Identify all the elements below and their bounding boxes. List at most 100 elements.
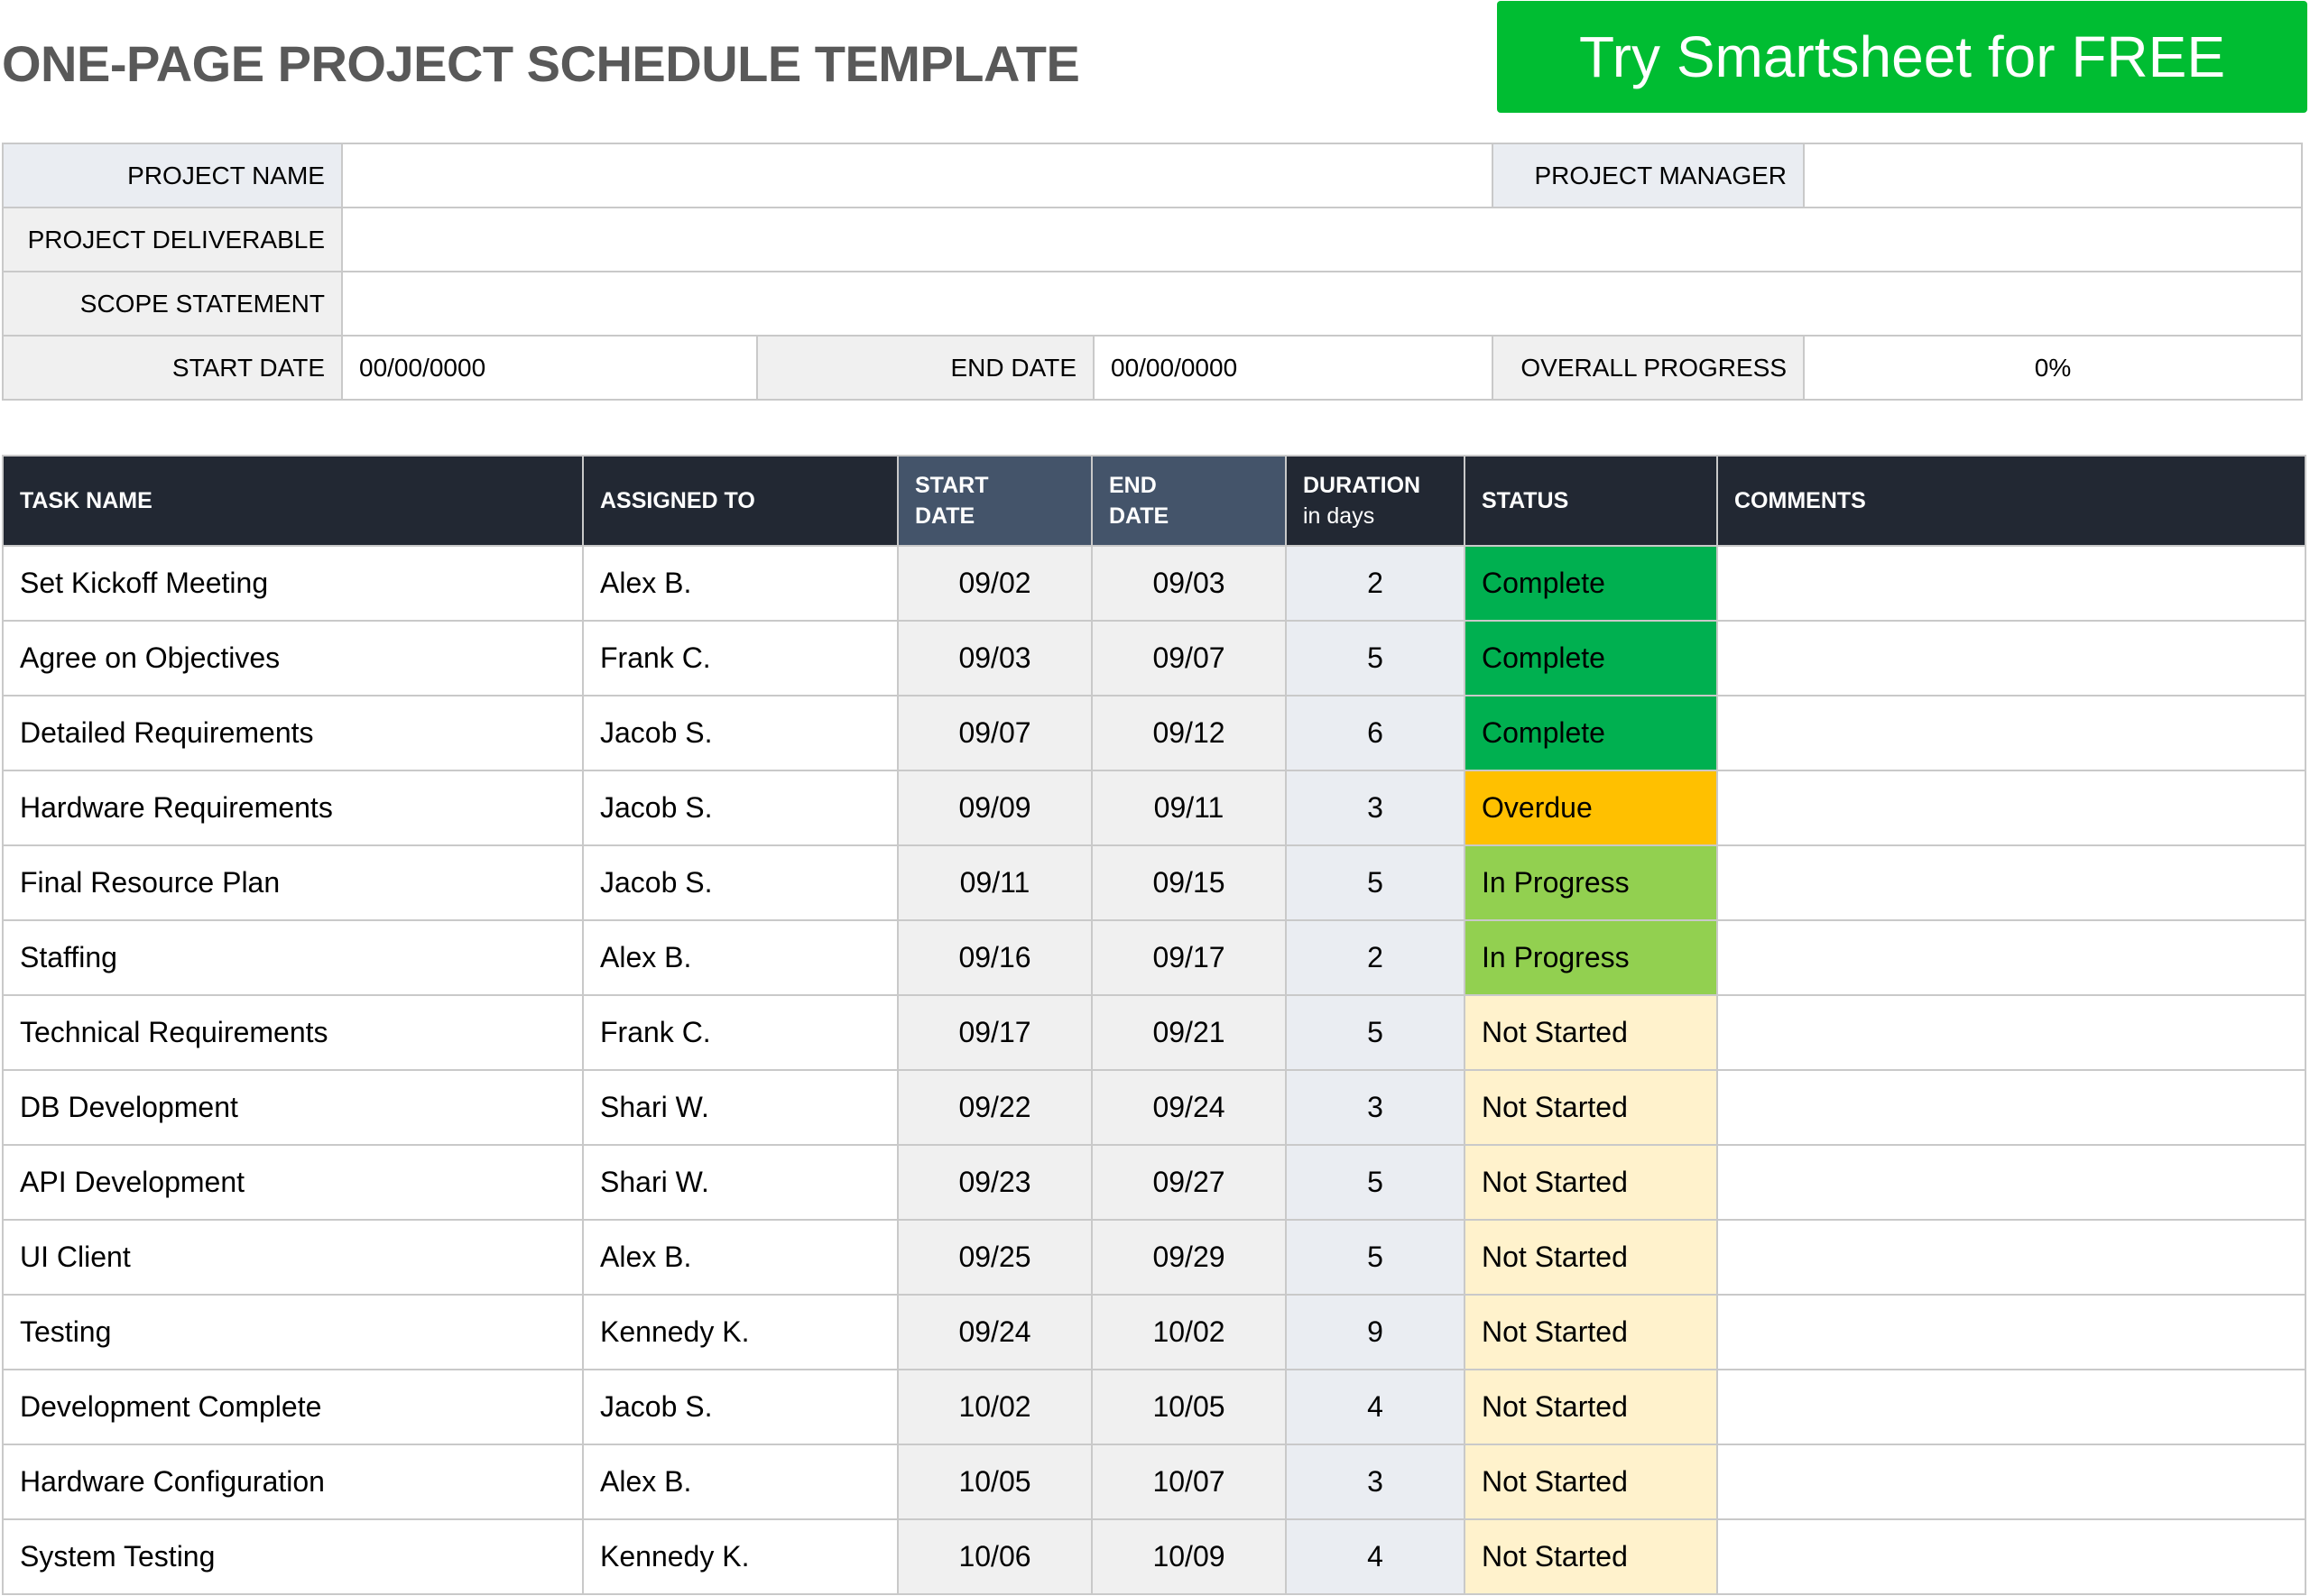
start-date-cell[interactable]: 09/16 (897, 919, 1093, 996)
duration-cell[interactable]: 5 (1285, 1144, 1465, 1221)
end-date-cell[interactable]: 09/03 (1091, 545, 1287, 622)
start-date-cell[interactable]: 09/23 (897, 1144, 1093, 1221)
start-date-cell[interactable]: 09/25 (897, 1219, 1093, 1296)
comments-cell[interactable] (1716, 545, 2306, 622)
end-date-cell[interactable]: 10/09 (1091, 1518, 1287, 1595)
end-date-cell[interactable]: 09/27 (1091, 1144, 1287, 1221)
assigned-to-cell[interactable]: Jacob S. (582, 695, 899, 771)
duration-cell[interactable]: 3 (1285, 1069, 1465, 1146)
start-date-cell[interactable]: 10/02 (897, 1369, 1093, 1445)
end-date-field[interactable]: 00/00/0000 (1092, 335, 1494, 401)
assigned-to-cell[interactable]: Alex B. (582, 545, 899, 622)
task-name-cell[interactable]: UI Client (2, 1219, 584, 1296)
task-name-cell[interactable]: Development Complete (2, 1369, 584, 1445)
task-name-cell[interactable]: Hardware Requirements (2, 770, 584, 846)
duration-cell[interactable]: 4 (1285, 1518, 1465, 1595)
status-cell[interactable]: In Progress (1464, 919, 1718, 996)
comments-cell[interactable] (1716, 1294, 2306, 1370)
comments-cell[interactable] (1716, 770, 2306, 846)
status-cell[interactable]: Not Started (1464, 1369, 1718, 1445)
start-date-cell[interactable]: 09/03 (897, 620, 1093, 697)
task-name-cell[interactable]: API Development (2, 1144, 584, 1221)
assigned-to-cell[interactable]: Shari W. (582, 1069, 899, 1146)
end-date-cell[interactable]: 09/24 (1091, 1069, 1287, 1146)
table-row[interactable]: DB Development Shari W. 09/22 09/24 3 Not Sta… (2, 1069, 2306, 1146)
duration-cell[interactable]: 5 (1285, 1219, 1465, 1296)
end-date-cell[interactable]: 09/21 (1091, 994, 1287, 1071)
task-name-cell[interactable]: System Testing (2, 1518, 584, 1595)
table-row[interactable]: API Development Shari W. 09/23 09/27 5 Not St… (2, 1144, 2306, 1221)
status-cell[interactable]: Not Started (1464, 1144, 1718, 1221)
start-date-cell[interactable]: 09/11 (897, 844, 1093, 921)
task-name-cell[interactable]: Technical Requirements (2, 994, 584, 1071)
duration-cell[interactable]: 6 (1285, 695, 1465, 771)
end-date-cell[interactable]: 10/07 (1091, 1444, 1287, 1520)
end-date-cell[interactable]: 10/05 (1091, 1369, 1287, 1445)
assigned-to-cell[interactable]: Alex B. (582, 1219, 899, 1296)
table-row[interactable]: Final Resource Plan Jacob S. 09/11 09/15 5 In… (2, 844, 2306, 921)
start-date-cell[interactable]: 09/07 (897, 695, 1093, 771)
assigned-to-cell[interactable]: Jacob S. (582, 1369, 899, 1445)
duration-cell[interactable]: 4 (1285, 1369, 1465, 1445)
duration-cell[interactable]: 3 (1285, 770, 1465, 846)
duration-cell[interactable]: 2 (1285, 545, 1465, 622)
assigned-to-cell[interactable]: Jacob S. (582, 844, 899, 921)
table-row[interactable]: Staffing Alex B. 09/16 09/17 2 In Progress (2, 919, 2306, 996)
start-date-cell[interactable]: 10/06 (897, 1518, 1093, 1595)
task-name-cell[interactable]: DB Development (2, 1069, 584, 1146)
column-header-duration[interactable]: DURATION in days (1285, 455, 1465, 547)
start-date-cell[interactable]: 10/05 (897, 1444, 1093, 1520)
start-date-cell[interactable]: 09/22 (897, 1069, 1093, 1146)
duration-cell[interactable]: 3 (1285, 1444, 1465, 1520)
table-row[interactable]: Development Complete Jacob S. 10/02 10/05 4 N… (2, 1369, 2306, 1445)
comments-cell[interactable] (1716, 620, 2306, 697)
status-cell[interactable]: Overdue (1464, 770, 1718, 846)
start-date-cell[interactable]: 09/02 (897, 545, 1093, 622)
task-name-cell[interactable]: Detailed Requirements (2, 695, 584, 771)
comments-cell[interactable] (1716, 1144, 2306, 1221)
status-cell[interactable]: Not Started (1464, 1294, 1718, 1370)
status-cell[interactable]: Not Started (1464, 1518, 1718, 1595)
status-cell[interactable]: In Progress (1464, 844, 1718, 921)
status-cell[interactable]: Not Started (1464, 1069, 1718, 1146)
comments-cell[interactable] (1716, 1219, 2306, 1296)
comments-cell[interactable] (1716, 1369, 2306, 1445)
start-date-field[interactable]: 00/00/0000 (341, 335, 758, 401)
table-row[interactable]: Hardware Requirements Jacob S. 09/09 09/11 3… (2, 770, 2306, 846)
status-cell[interactable]: Complete (1464, 545, 1718, 622)
table-row[interactable]: UI Client Alex B. 09/25 09/29 5 Not Started (2, 1219, 2306, 1296)
comments-cell[interactable] (1716, 1518, 2306, 1595)
column-header-comments[interactable]: COMMENTS (1716, 455, 2306, 547)
task-name-cell[interactable]: Agree on Objectives (2, 620, 584, 697)
column-header-status[interactable]: STATUS (1464, 455, 1718, 547)
comments-cell[interactable] (1716, 844, 2306, 921)
column-header-start-date[interactable]: START DATE (897, 455, 1093, 547)
try-smartsheet-button[interactable]: Try Smartsheet for FREE (1497, 1, 2307, 113)
assigned-to-cell[interactable]: Alex B. (582, 1444, 899, 1520)
deliverable-field[interactable] (340, 207, 2304, 272)
end-date-cell[interactable]: 10/02 (1091, 1294, 1287, 1370)
status-cell[interactable]: Complete (1464, 695, 1718, 771)
project-manager-field[interactable] (1803, 143, 2304, 208)
duration-cell[interactable]: 5 (1285, 844, 1465, 921)
column-header-assigned[interactable]: ASSIGNED TO (582, 455, 899, 547)
table-row[interactable]: Set Kickoff Meeting Alex B. 09/02 09/03 2 Com… (2, 545, 2306, 622)
assigned-to-cell[interactable]: Kennedy K. (582, 1294, 899, 1370)
end-date-cell[interactable]: 09/17 (1091, 919, 1287, 996)
comments-cell[interactable] (1716, 994, 2306, 1071)
end-date-cell[interactable]: 09/07 (1091, 620, 1287, 697)
column-header-end-date[interactable]: END DATE (1091, 455, 1287, 547)
overall-progress-value[interactable]: 0% (1803, 335, 2304, 401)
task-name-cell[interactable]: Staffing (2, 919, 584, 996)
comments-cell[interactable] (1716, 695, 2306, 771)
start-date-cell[interactable]: 09/09 (897, 770, 1093, 846)
status-cell[interactable]: Not Started (1464, 994, 1718, 1071)
table-row[interactable]: Technical Requirements Frank C. 09/17 09/21… (2, 994, 2306, 1071)
task-name-cell[interactable]: Testing (2, 1294, 584, 1370)
column-header-task[interactable]: TASK NAME (2, 455, 584, 547)
assigned-to-cell[interactable]: Frank C. (582, 620, 899, 697)
start-date-cell[interactable]: 09/17 (897, 994, 1093, 1071)
duration-cell[interactable]: 5 (1285, 620, 1465, 697)
table-row[interactable]: System Testing Kennedy K. 10/06 10/09 4 Not S… (2, 1518, 2306, 1595)
task-name-cell[interactable]: Final Resource Plan (2, 844, 584, 921)
